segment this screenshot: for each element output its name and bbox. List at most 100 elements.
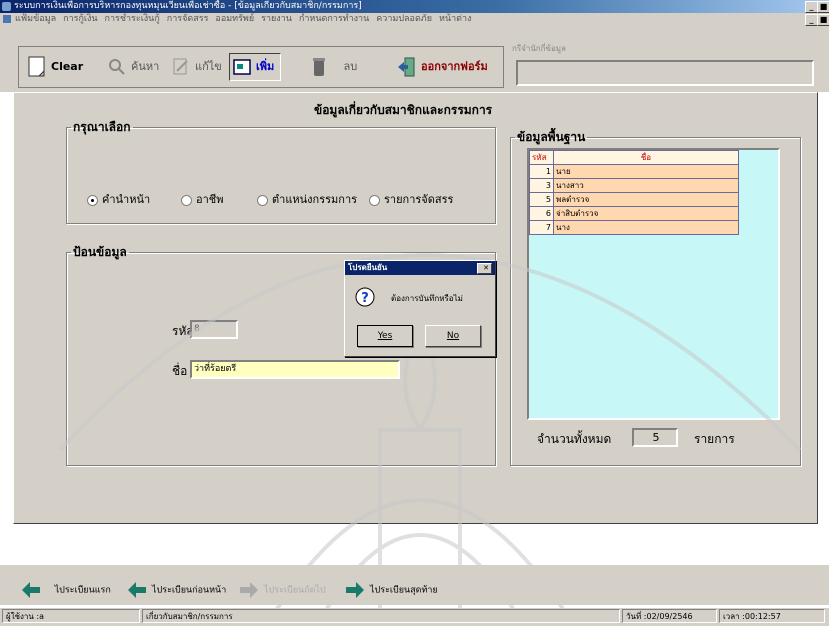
first-record-button[interactable]: ไประเบียนแรก [22, 582, 111, 598]
search-label: ค้นหา [131, 60, 160, 73]
cell-name: จ่าสิบตำรวจ [553, 206, 739, 221]
status-bar: ผู้ใช้งาน :a เกี่ยวกับสมาชิก/กรรมการ วัน… [0, 608, 829, 626]
base-legend: ข้อมูลพื้นฐาน [517, 130, 586, 144]
arrow-left-icon [22, 582, 40, 598]
cell-code: 7 [529, 220, 554, 235]
table-row[interactable]: 3 นางสาว [529, 178, 739, 193]
child-restore-button[interactable]: ■ [817, 14, 829, 26]
exit-form-button[interactable]: ออกจากฟอร์ม [397, 54, 488, 80]
table-row[interactable]: 1 นาย [529, 164, 739, 179]
choose-group: กรุณาเลือก คำนำหน้า อาชีพ ตำแหน่งกรรมการ… [66, 118, 496, 224]
status-user: ผู้ใช้งาน :a [2, 609, 140, 623]
radio-dot [369, 194, 380, 206]
title-bar: ระบบการเงินเพื่อการบริหารกองทุนหมุนเวียน… [0, 0, 829, 13]
next-record-button[interactable]: ไประเบียนถัดไป [240, 582, 326, 598]
radio-prefix-label: คำนำหน้า [102, 193, 151, 206]
info-label: กรีจำนักกี่ข้อมูล [512, 44, 566, 53]
edit-button[interactable]: แก้ไข [171, 54, 222, 80]
delete-label: ลบ [343, 60, 358, 73]
exit-label: ออกจากฟอร์ม [421, 60, 488, 73]
cell-name: นางสาว [553, 178, 739, 193]
add-button[interactable]: เพิ่ม [229, 53, 282, 81]
menu-schedule[interactable]: กำหนดการทำงาน [299, 14, 369, 24]
doc-icon [3, 14, 11, 23]
base-data-table: รหัส ชื่อ 1 นาย 3 นางสาว 5 พลตำรวจ 6 จ่าสิบต… [529, 150, 739, 235]
add-record-icon [233, 59, 251, 75]
radio-prefix[interactable]: คำนำหน้า [87, 190, 150, 208]
no-button[interactable]: No [425, 325, 481, 347]
status-form: เกี่ยวกับสมาชิก/กรรมการ [142, 609, 620, 623]
dialog-title-bar: โปรดยืนยัน ✕ [345, 261, 495, 275]
status-date: วันที่ :02/09/2546 [622, 609, 717, 623]
edit-label: แก้ไข [195, 60, 222, 73]
menu-savings[interactable]: ออมทรัพย์ [215, 14, 254, 24]
column-header-code: รหัส [529, 150, 554, 165]
next-record-label: ไประเบียนถัดไป [264, 585, 326, 596]
info-field [516, 60, 814, 86]
entry-legend: ป้อนข้อมูล [73, 245, 127, 259]
column-header-name: ชื่อ [553, 150, 739, 165]
last-record-button[interactable]: ไประเบียนสุดท้าย [346, 582, 438, 598]
cell-code: 5 [529, 192, 554, 207]
total-unit: รายการ [694, 432, 735, 446]
edit-icon [173, 58, 188, 75]
app-icon [2, 2, 11, 11]
confirm-dialog: โปรดยืนยัน ✕ ? ต้องการบันทึกหรือไม่ Yes … [344, 260, 496, 357]
arrow-left-icon [128, 582, 146, 598]
cell-code: 3 [529, 178, 554, 193]
table-row[interactable]: 6 จ่าสิบตำรวจ [529, 206, 739, 221]
cell-name: นาง [553, 220, 739, 235]
add-label: เพิ่ม [256, 60, 275, 73]
window-title: ระบบการเงินเพื่อการบริหารกองทุนหมุนเวียน… [14, 1, 362, 11]
toolbar: Clear ค้นหา แก้ไข เพิ่ม ลบ ออกจากฟอร์ม ก… [0, 26, 829, 92]
cell-code: 6 [529, 206, 554, 221]
search-icon [109, 59, 125, 75]
dialog-message: ต้องการบันทึกหรือไม่ [391, 294, 463, 303]
menu-security[interactable]: ความปลอดภัย [376, 14, 432, 24]
clear-button[interactable]: Clear [27, 54, 83, 80]
exit-door-icon [398, 57, 415, 77]
status-time: เวลา :00:12:57 [719, 609, 825, 623]
table-row[interactable]: 5 พลตำรวจ [529, 192, 739, 207]
table-row[interactable]: 7 นาง [529, 220, 739, 235]
radio-dot [181, 194, 192, 206]
radio-occupation[interactable]: อาชีพ [181, 190, 224, 208]
total-label: จำนวนทั้งหมด [537, 432, 612, 446]
radio-committee-position[interactable]: ตำแหน่งกรรมการ [257, 190, 357, 208]
table-header: รหัส ชื่อ [529, 150, 739, 165]
menu-report[interactable]: รายงาน [261, 14, 292, 24]
cell-code: 1 [529, 164, 554, 179]
yes-button[interactable]: Yes [357, 325, 413, 347]
document-icon [28, 56, 45, 77]
maximize-button[interactable]: ■ [817, 1, 829, 13]
prev-record-button[interactable]: ไประเบียนก่อนหน้า [128, 582, 226, 598]
radio-occupation-label: อาชีพ [196, 193, 224, 206]
base-data-grid[interactable]: รหัส ชื่อ 1 นาย 3 นางสาว 5 พลตำรวจ 6 จ่าสิบต… [527, 148, 780, 420]
search-button[interactable]: ค้นหา [107, 54, 159, 80]
radio-allocation-label: รายการจัดสรร [384, 193, 454, 206]
menu-window[interactable]: หน้าต่าง [439, 14, 471, 24]
first-record-label: ไประเบียนแรก [54, 585, 111, 596]
svg-text:?: ? [361, 291, 369, 306]
arrow-right-icon [346, 582, 364, 598]
arrow-right-icon [240, 582, 258, 598]
menu-bar: แฟ้มข้อมูล การกู้เงิน การชำระเงินกู้ การจัด… [0, 13, 829, 26]
trash-icon [313, 58, 325, 76]
dialog-title: โปรดยืนยัน [348, 263, 388, 272]
menu-file[interactable]: แฟ้มข้อมูล [15, 14, 56, 24]
radio-dot [257, 194, 268, 206]
code-field[interactable]: 8 [190, 320, 238, 339]
menu-repay[interactable]: การชำระเงินกู้ [105, 14, 160, 24]
name-field[interactable]: ว่าที่ร้อยตรี [190, 360, 400, 379]
choose-legend: กรุณาเลือก [73, 120, 131, 134]
delete-button[interactable]: ลบ [309, 54, 357, 80]
toolbar-buttons: Clear ค้นหา แก้ไข เพิ่ม ลบ ออกจากฟอร์ม [18, 46, 504, 88]
radio-committee-label: ตำแหน่งกรรมการ [272, 193, 358, 206]
dialog-close-button[interactable]: ✕ [477, 263, 492, 274]
radio-dot [87, 194, 98, 206]
menu-allocate[interactable]: การจัดสรร [167, 14, 209, 24]
clear-label: Clear [51, 60, 84, 73]
menu-loan[interactable]: การกู้เงิน [63, 14, 97, 24]
last-record-label: ไประเบียนสุดท้าย [370, 585, 438, 596]
radio-allocation[interactable]: รายการจัดสรร [369, 190, 453, 208]
